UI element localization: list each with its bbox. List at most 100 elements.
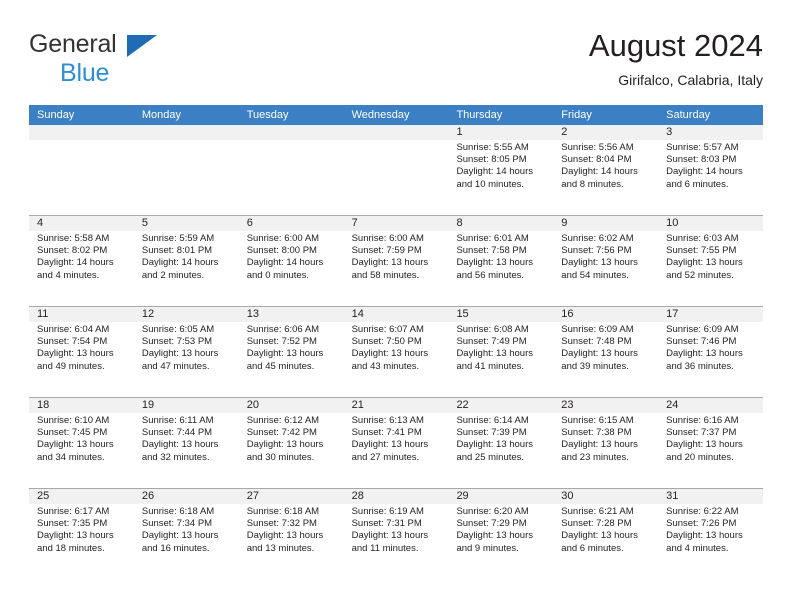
day-number: 2 — [561, 126, 568, 138]
sunset-time: Sunset: 7:50 PM — [351, 336, 422, 348]
day-cell[interactable]: 15 Sunrise: 6:08 AM Sunset: 7:49 PM Dayligh… — [448, 307, 553, 397]
daylight-duration-line1: Daylight: 13 hours — [666, 348, 743, 360]
day-cell[interactable]: 19 Sunrise: 6:11 AM Sunset: 7:44 PM Dayligh… — [134, 398, 239, 488]
day-cell[interactable]: 21 Sunrise: 6:13 AM Sunset: 7:41 PM Dayligh… — [344, 398, 449, 488]
daylight-duration-line1: Daylight: 13 hours — [141, 348, 219, 360]
sunrise-time: Sunrise: 6:09 AM — [666, 324, 739, 335]
day-cell[interactable]: 14 Sunrise: 6:07 AM Sunset: 7:50 PM Dayligh… — [344, 307, 449, 397]
daylight-duration-line1: Daylight: 13 hours — [666, 257, 743, 269]
sunset-time: Sunset: 8:03 PM — [666, 154, 737, 166]
day-cell[interactable]: 4 Sunrise: 5:58 AM Sunset: 8:02 PM Daylight… — [29, 216, 134, 306]
day-sun-info: Sunrise: 6:20 AM Sunset: 7:29 PM Daylight:… — [456, 506, 549, 555]
daylight-duration-line2: and 6 minutes. — [666, 178, 729, 190]
day-cell[interactable]: 5 Sunrise: 5:59 AM Sunset: 8:01 PM Daylight… — [134, 216, 239, 306]
day-cell[interactable]: 25 Sunrise: 6:17 AM Sunset: 7:35 PM Dayligh… — [29, 489, 134, 579]
day-sun-info: Sunrise: 6:21 AM Sunset: 7:28 PM Daylight:… — [561, 506, 654, 555]
day-number: 16 — [561, 308, 574, 320]
day-number: 4 — [37, 217, 44, 229]
day-sun-info: Sunrise: 6:10 AM Sunset: 7:45 PM Daylight:… — [37, 415, 130, 464]
sunrise-time: Sunrise: 6:06 AM — [246, 324, 320, 335]
weekday-header-sunday: Sunday — [37, 109, 75, 121]
day-number: 11 — [37, 308, 49, 320]
sunrise-time: Sunrise: 6:14 AM — [456, 415, 529, 426]
day-sun-info: Sunrise: 6:22 AM Sunset: 7:26 PM Daylight:… — [666, 506, 759, 555]
day-sun-info: Sunrise: 6:01 AM Sunset: 7:58 PM Daylight:… — [456, 233, 549, 282]
day-number: 24 — [666, 399, 679, 411]
daylight-duration-line2: and 23 minutes. — [561, 451, 629, 463]
calendar-weeks: 1 Sunrise: 5:55 AM Sunset: 8:05 PM Daylight… — [29, 125, 763, 579]
day-cell[interactable]: 3 Sunrise: 5:57 AM Sunset: 8:03 PM Daylight… — [658, 125, 763, 215]
day-cell-empty — [29, 125, 134, 215]
day-cell[interactable]: 10 Sunrise: 6:03 AM Sunset: 7:55 PM Dayligh… — [658, 216, 763, 306]
daylight-duration-line2: and 32 minutes. — [141, 451, 210, 463]
day-sun-info: Sunrise: 6:16 AM Sunset: 7:37 PM Daylight:… — [666, 415, 759, 464]
day-sun-info: Sunrise: 6:15 AM Sunset: 7:38 PM Daylight:… — [561, 415, 654, 464]
daylight-duration-line1: Daylight: 13 hours — [456, 348, 534, 360]
day-cell[interactable]: 23 Sunrise: 6:15 AM Sunset: 7:38 PM Dayligh… — [553, 398, 658, 488]
sunrise-time: Sunrise: 6:05 AM — [141, 324, 215, 335]
sunrise-time: Sunrise: 6:08 AM — [456, 324, 529, 335]
sunrise-time: Sunrise: 6:20 AM — [456, 506, 529, 517]
day-cell[interactable]: 27 Sunrise: 6:18 AM Sunset: 7:32 PM Dayligh… — [239, 489, 344, 579]
day-cell[interactable]: 22 Sunrise: 6:14 AM Sunset: 7:39 PM Dayligh… — [448, 398, 553, 488]
day-sun-info: Sunrise: 6:03 AM Sunset: 7:55 PM Daylight:… — [666, 233, 759, 282]
day-cell[interactable]: 9 Sunrise: 6:02 AM Sunset: 7:56 PM Daylight… — [553, 216, 658, 306]
day-sun-info: Sunrise: 6:04 AM Sunset: 7:54 PM Daylight:… — [37, 324, 130, 373]
day-cell[interactable]: 26 Sunrise: 6:18 AM Sunset: 7:34 PM Dayligh… — [134, 489, 239, 579]
day-cell-empty — [344, 125, 449, 215]
sunset-time: Sunset: 7:38 PM — [561, 427, 632, 439]
day-cell[interactable]: 17 Sunrise: 6:09 AM Sunset: 7:46 PM Dayligh… — [658, 307, 763, 397]
daylight-duration-line1: Daylight: 13 hours — [141, 530, 219, 542]
sunrise-time: Sunrise: 6:21 AM — [561, 506, 634, 517]
day-number: 31 — [666, 490, 679, 502]
day-cell[interactable]: 29 Sunrise: 6:20 AM Sunset: 7:29 PM Dayligh… — [448, 489, 553, 579]
day-cell[interactable]: 2 Sunrise: 5:56 AM Sunset: 8:04 PM Daylight… — [553, 125, 658, 215]
title-block: August 2024 Girifalco, Calabria, Italy — [589, 28, 763, 90]
day-number: 18 — [37, 399, 50, 411]
sunrise-time: Sunrise: 6:04 AM — [37, 324, 110, 335]
day-number: 22 — [456, 399, 469, 411]
daylight-duration-line2: and 39 minutes. — [561, 360, 629, 372]
day-number: 28 — [351, 490, 364, 502]
day-cell[interactable]: 18 Sunrise: 6:10 AM Sunset: 7:45 PM Dayligh… — [29, 398, 134, 488]
calendar-week-row: 1 Sunrise: 5:55 AM Sunset: 8:05 PM Daylight… — [29, 125, 763, 215]
daylight-duration-line2: and 47 minutes. — [141, 360, 210, 372]
day-cell[interactable]: 30 Sunrise: 6:21 AM Sunset: 7:28 PM Dayligh… — [553, 489, 658, 579]
day-cell[interactable]: 6 Sunrise: 6:00 AM Sunset: 8:00 PM Daylight… — [239, 216, 344, 306]
day-cell[interactable]: 7 Sunrise: 6:00 AM Sunset: 7:59 PM Daylight… — [344, 216, 449, 306]
daylight-duration-line1: Daylight: 13 hours — [561, 257, 638, 269]
day-sun-info: Sunrise: 6:17 AM Sunset: 7:35 PM Daylight:… — [37, 506, 130, 555]
day-number: 8 — [456, 217, 463, 229]
day-cell[interactable]: 8 Sunrise: 6:01 AM Sunset: 7:58 PM Daylight… — [448, 216, 553, 306]
day-cell[interactable]: 1 Sunrise: 5:55 AM Sunset: 8:05 PM Daylight… — [448, 125, 553, 215]
day-number: 13 — [246, 308, 259, 320]
sunset-time: Sunset: 7:52 PM — [246, 336, 317, 348]
day-number: 26 — [141, 490, 155, 502]
daylight-duration-line1: Daylight: 14 hours — [246, 257, 324, 269]
day-cell[interactable]: 20 Sunrise: 6:12 AM Sunset: 7:42 PM Dayligh… — [239, 398, 344, 488]
sunset-time: Sunset: 7:28 PM — [561, 518, 632, 530]
day-cell[interactable]: 28 Sunrise: 6:19 AM Sunset: 7:31 PM Dayligh… — [344, 489, 449, 579]
sunset-time: Sunset: 7:29 PM — [456, 518, 527, 530]
general-blue-logo[interactable]: General Blue — [29, 32, 249, 92]
daylight-duration-line1: Daylight: 13 hours — [351, 530, 429, 542]
sunrise-time: Sunrise: 6:18 AM — [246, 506, 320, 517]
sunrise-time: Sunrise: 5:55 AM — [456, 142, 529, 153]
day-cell[interactable]: 16 Sunrise: 6:09 AM Sunset: 7:48 PM Dayligh… — [553, 307, 658, 397]
day-cell[interactable]: 11 Sunrise: 6:04 AM Sunset: 7:54 PM Dayligh… — [29, 307, 134, 397]
sunset-time: Sunset: 7:37 PM — [666, 427, 737, 439]
daylight-duration-line1: Daylight: 13 hours — [561, 348, 638, 360]
sunset-time: Sunset: 7:31 PM — [351, 518, 422, 530]
day-sun-info: Sunrise: 6:18 AM Sunset: 7:34 PM Daylight:… — [142, 506, 235, 555]
daylight-duration-line1: Daylight: 14 hours — [141, 257, 219, 269]
day-cell[interactable]: 13 Sunrise: 6:06 AM Sunset: 7:52 PM Dayligh… — [239, 307, 344, 397]
day-cell[interactable]: 24 Sunrise: 6:16 AM Sunset: 7:37 PM Dayligh… — [658, 398, 763, 488]
sunrise-time: Sunrise: 6:18 AM — [141, 506, 215, 517]
daylight-duration-line1: Daylight: 14 hours — [561, 166, 638, 178]
sunset-time: Sunset: 7:48 PM — [561, 336, 632, 348]
calendar-week-row: 18 Sunrise: 6:10 AM Sunset: 7:45 PM Dayligh… — [29, 397, 763, 488]
day-cell[interactable]: 12 Sunrise: 6:05 AM Sunset: 7:53 PM Dayligh… — [134, 307, 239, 397]
day-number: 10 — [666, 217, 679, 229]
day-cell[interactable]: 31 Sunrise: 6:22 AM Sunset: 7:26 PM Dayligh… — [658, 489, 763, 579]
daylight-duration-line2: and 36 minutes. — [666, 360, 734, 372]
